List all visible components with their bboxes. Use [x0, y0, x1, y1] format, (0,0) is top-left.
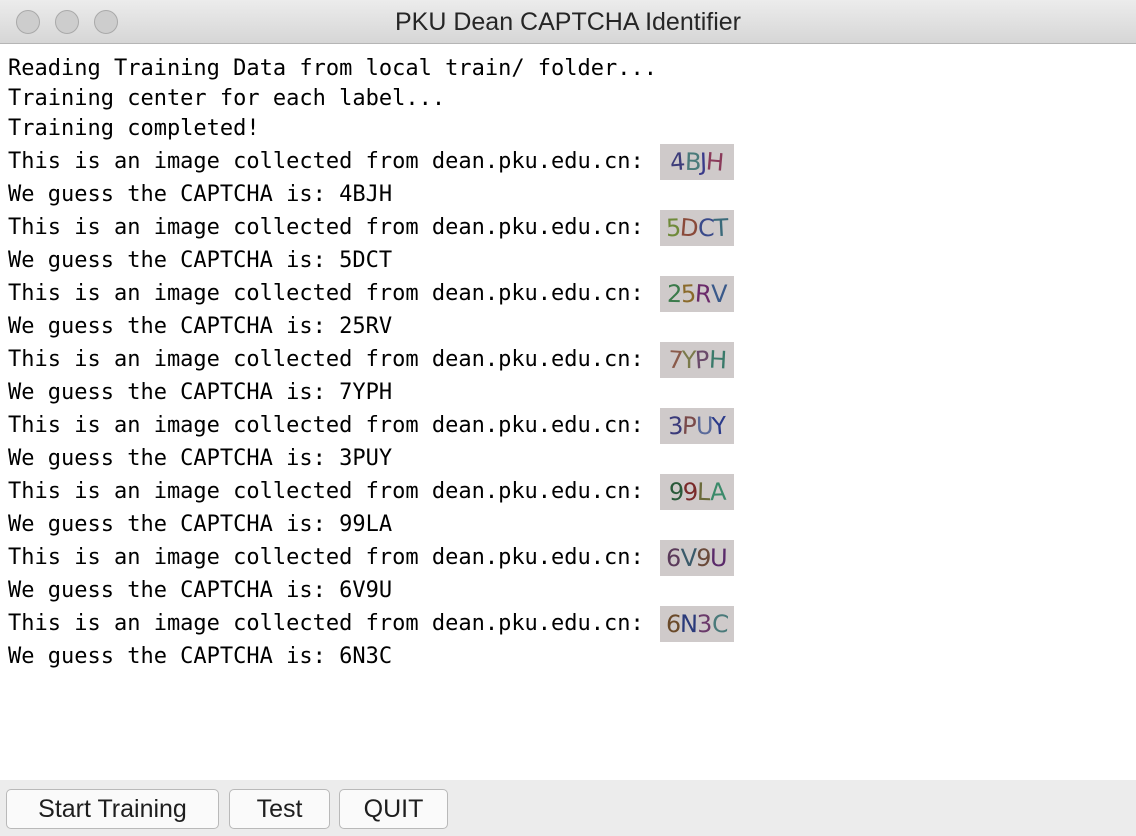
captcha-image: 4BJH [659, 144, 734, 180]
captcha-glyph: H [704, 147, 725, 177]
guess-prefix: We guess the CAPTCHA is: [8, 248, 326, 273]
captcha-glyph: R [694, 279, 713, 309]
image-log-line: This is an image collected from dean.pku… [8, 540, 1136, 576]
image-log-line: This is an image collected from dean.pku… [8, 606, 1136, 642]
log-line: Training completed! [8, 116, 260, 141]
captcha-glyph: D [679, 213, 700, 243]
guess-value: 6N3C [339, 644, 393, 669]
image-log-line: This is an image collected from dean.pku… [8, 474, 1136, 510]
image-log-prefix: This is an image collected from dean.pku… [8, 347, 644, 372]
captcha-glyph: U [695, 411, 713, 441]
image-log-line: This is an image collected from dean.pku… [8, 276, 1136, 312]
image-log-line: This is an image collected from dean.pku… [8, 210, 1136, 246]
image-log-prefix: This is an image collected from dean.pku… [8, 545, 644, 570]
captcha-glyph: H [708, 345, 727, 375]
image-log-line: This is an image collected from dean.pku… [8, 408, 1136, 444]
start-training-button[interactable]: Start Training [6, 789, 219, 829]
guess-prefix: We guess the CAPTCHA is: [8, 578, 326, 603]
captcha-glyph: L [696, 477, 711, 507]
captcha-glyph: U [710, 543, 728, 573]
captcha-image: 99LA [659, 474, 734, 510]
title-bar: PKU Dean CAPTCHA Identifier [0, 0, 1136, 44]
image-log-line: This is an image collected from dean.pku… [8, 144, 1136, 180]
captcha-glyph: 7 [666, 345, 683, 375]
guess-log-line: We guess the CAPTCHA is: 5DCT [8, 246, 1136, 276]
output-console: Reading Training Data from local train/ … [0, 44, 1136, 780]
guess-prefix: We guess the CAPTCHA is: [8, 512, 326, 537]
captcha-glyph: Y [710, 411, 727, 441]
guess-value: 4BJH [339, 182, 393, 207]
guess-prefix: We guess the CAPTCHA is: [8, 446, 326, 471]
image-log-prefix: This is an image collected from dean.pku… [8, 413, 644, 438]
guess-value: 3PUY [339, 446, 393, 471]
image-log-prefix: This is an image collected from dean.pku… [8, 215, 644, 240]
image-log-prefix: This is an image collected from dean.pku… [8, 149, 644, 174]
captcha-glyph: P [681, 411, 697, 441]
window-title: PKU Dean CAPTCHA Identifier [395, 8, 741, 36]
guess-value: 7YPH [339, 380, 393, 405]
log-line: Training center for each label... [8, 86, 446, 111]
log-entries: This is an image collected from dean.pku… [8, 144, 1136, 672]
guess-prefix: We guess the CAPTCHA is: [8, 182, 326, 207]
guess-log-line: We guess the CAPTCHA is: 3PUY [8, 444, 1136, 474]
guess-prefix: We guess the CAPTCHA is: [8, 314, 326, 339]
test-button[interactable]: Test [229, 789, 330, 829]
guess-log-line: We guess the CAPTCHA is: 7YPH [8, 378, 1136, 408]
image-log-prefix: This is an image collected from dean.pku… [8, 611, 644, 636]
captcha-glyph: V [711, 280, 727, 308]
guess-value: 99LA [339, 512, 393, 537]
guess-value: 5DCT [339, 248, 393, 273]
captcha-image: 3PUY [659, 408, 734, 444]
captcha-glyph: 2 [666, 279, 682, 309]
captcha-image: 5DCT [659, 210, 734, 246]
image-log-prefix: This is an image collected from dean.pku… [8, 281, 644, 306]
captcha-glyph: 6 [666, 543, 682, 573]
guess-value: 25RV [339, 314, 393, 339]
guess-log-line: We guess the CAPTCHA is: 6V9U [8, 576, 1136, 606]
captcha-glyph: B [684, 147, 701, 177]
quit-button[interactable]: QUIT [339, 789, 448, 829]
guess-prefix: We guess the CAPTCHA is: [8, 380, 326, 405]
guess-prefix: We guess the CAPTCHA is: [8, 644, 326, 669]
captcha-glyph: C [710, 609, 729, 639]
captcha-image: 25RV [659, 276, 734, 312]
guess-log-line: We guess the CAPTCHA is: 25RV [8, 312, 1136, 342]
guess-value: 6V9U [339, 578, 393, 603]
guess-log-line: We guess the CAPTCHA is: 4BJH [8, 180, 1136, 210]
guess-log-line: We guess the CAPTCHA is: 99LA [8, 510, 1136, 540]
captcha-glyph: A [709, 477, 726, 507]
button-bar: Start Training Test QUIT [0, 780, 1136, 836]
captcha-image: 6N3C [659, 606, 734, 642]
captcha-image: 6V9U [659, 540, 734, 576]
captcha-image: 7YPH [659, 342, 734, 378]
captcha-glyph: N [680, 609, 698, 639]
captcha-glyph: T [712, 213, 729, 243]
captcha-glyph: C [697, 213, 714, 243]
image-log-prefix: This is an image collected from dean.pku… [8, 479, 644, 504]
log-line: Reading Training Data from local train/ … [8, 56, 658, 81]
guess-log-line: We guess the CAPTCHA is: 6N3C [8, 642, 1136, 672]
image-log-line: This is an image collected from dean.pku… [8, 342, 1136, 378]
